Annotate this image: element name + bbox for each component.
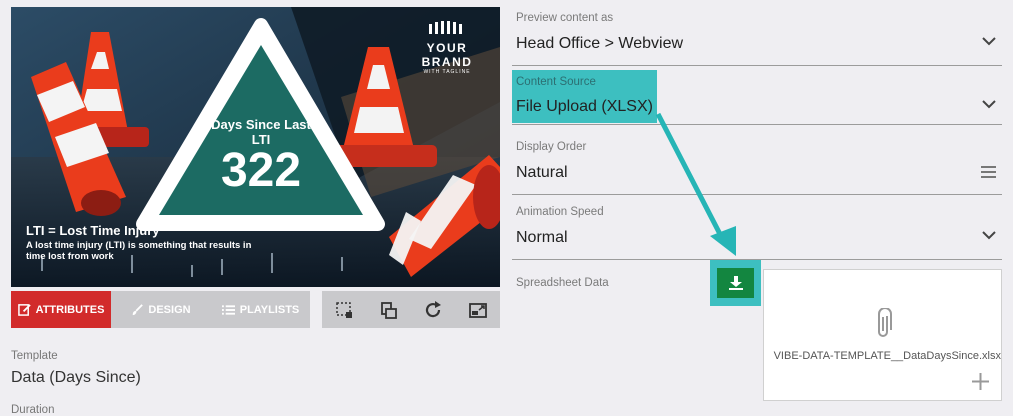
duration-label: Duration [11, 404, 55, 416]
fullscreen-icon [468, 302, 487, 318]
footer-heading: LTI = Lost Time Injury [26, 223, 160, 238]
edit-icon [17, 304, 31, 316]
preview-toolbar [322, 291, 500, 328]
days-counter: 322 [220, 144, 302, 197]
brand-mark-icon [429, 21, 462, 34]
file-upload-area[interactable]: VIBE-DATA-TEMPLATE__DataDaysSince.xlsx [763, 269, 1002, 401]
crop-button[interactable] [322, 291, 367, 328]
editor-tabs: ATTRIBUTES DESIGN PLAYLISTS [11, 291, 310, 328]
menu-icon [981, 166, 996, 178]
preview-as-select[interactable]: Preview content as Head Office > Webview [512, 7, 1002, 66]
chevron-down-icon [982, 100, 996, 109]
field-value: Natural [516, 164, 568, 181]
tab-attributes[interactable]: ATTRIBUTES [11, 291, 111, 328]
tab-label: PLAYLISTS [239, 303, 300, 316]
content-preview: YOUR BRAND WITH TAGLINE Days Since Last … [11, 7, 500, 287]
field-value: File Upload (XLSX) [516, 98, 653, 115]
brand-tagline: WITH TAGLINE [423, 69, 471, 75]
tab-label: ATTRIBUTES [35, 303, 105, 316]
uploaded-filename: VIBE-DATA-TEMPLATE__DataDaysSince.xlsx [773, 350, 1001, 362]
field-label: Animation Speed [516, 206, 604, 218]
field-label: Content Source [516, 76, 596, 88]
triangle-title: Days Since Last LTI [211, 117, 311, 147]
spreadsheet-label: Spreadsheet Data [516, 277, 609, 289]
field-value: Head Office > Webview [516, 35, 684, 52]
paperclip-icon [878, 308, 892, 337]
layers-icon [380, 301, 397, 319]
tab-label: DESIGN [148, 303, 191, 316]
animation-speed-select[interactable]: Animation Speed Normal [512, 201, 1002, 260]
brand-name: YOUR BRAND [421, 41, 473, 69]
brand-logo: YOUR BRAND WITH TAGLINE [401, 21, 493, 75]
field-value: Normal [516, 229, 568, 246]
display-order-select[interactable]: Display Order Natural [512, 136, 1002, 195]
list-icon [221, 304, 235, 315]
footer-text: A lost time injury (LTI) is something th… [26, 240, 252, 262]
crop-icon [336, 301, 353, 318]
refresh-button[interactable] [411, 291, 456, 328]
refresh-icon [426, 300, 442, 317]
fullscreen-button[interactable] [456, 291, 501, 328]
chevron-down-icon [982, 37, 996, 46]
chevron-down-icon [982, 231, 996, 240]
brush-icon [133, 303, 144, 315]
content-source-select[interactable]: Content Source File Upload (XLSX) [512, 70, 1002, 125]
template-label: Template [11, 350, 58, 362]
tab-playlists[interactable]: PLAYLISTS [211, 291, 310, 328]
field-label: Preview content as [516, 12, 614, 24]
layers-button[interactable] [367, 291, 412, 328]
download-icon [728, 276, 743, 290]
field-label: Display Order [516, 141, 587, 153]
tab-design[interactable]: DESIGN [111, 291, 211, 328]
template-value: Data (Days Since) [11, 369, 141, 386]
download-template-button[interactable] [717, 268, 754, 298]
add-file-icon[interactable] [972, 373, 989, 390]
